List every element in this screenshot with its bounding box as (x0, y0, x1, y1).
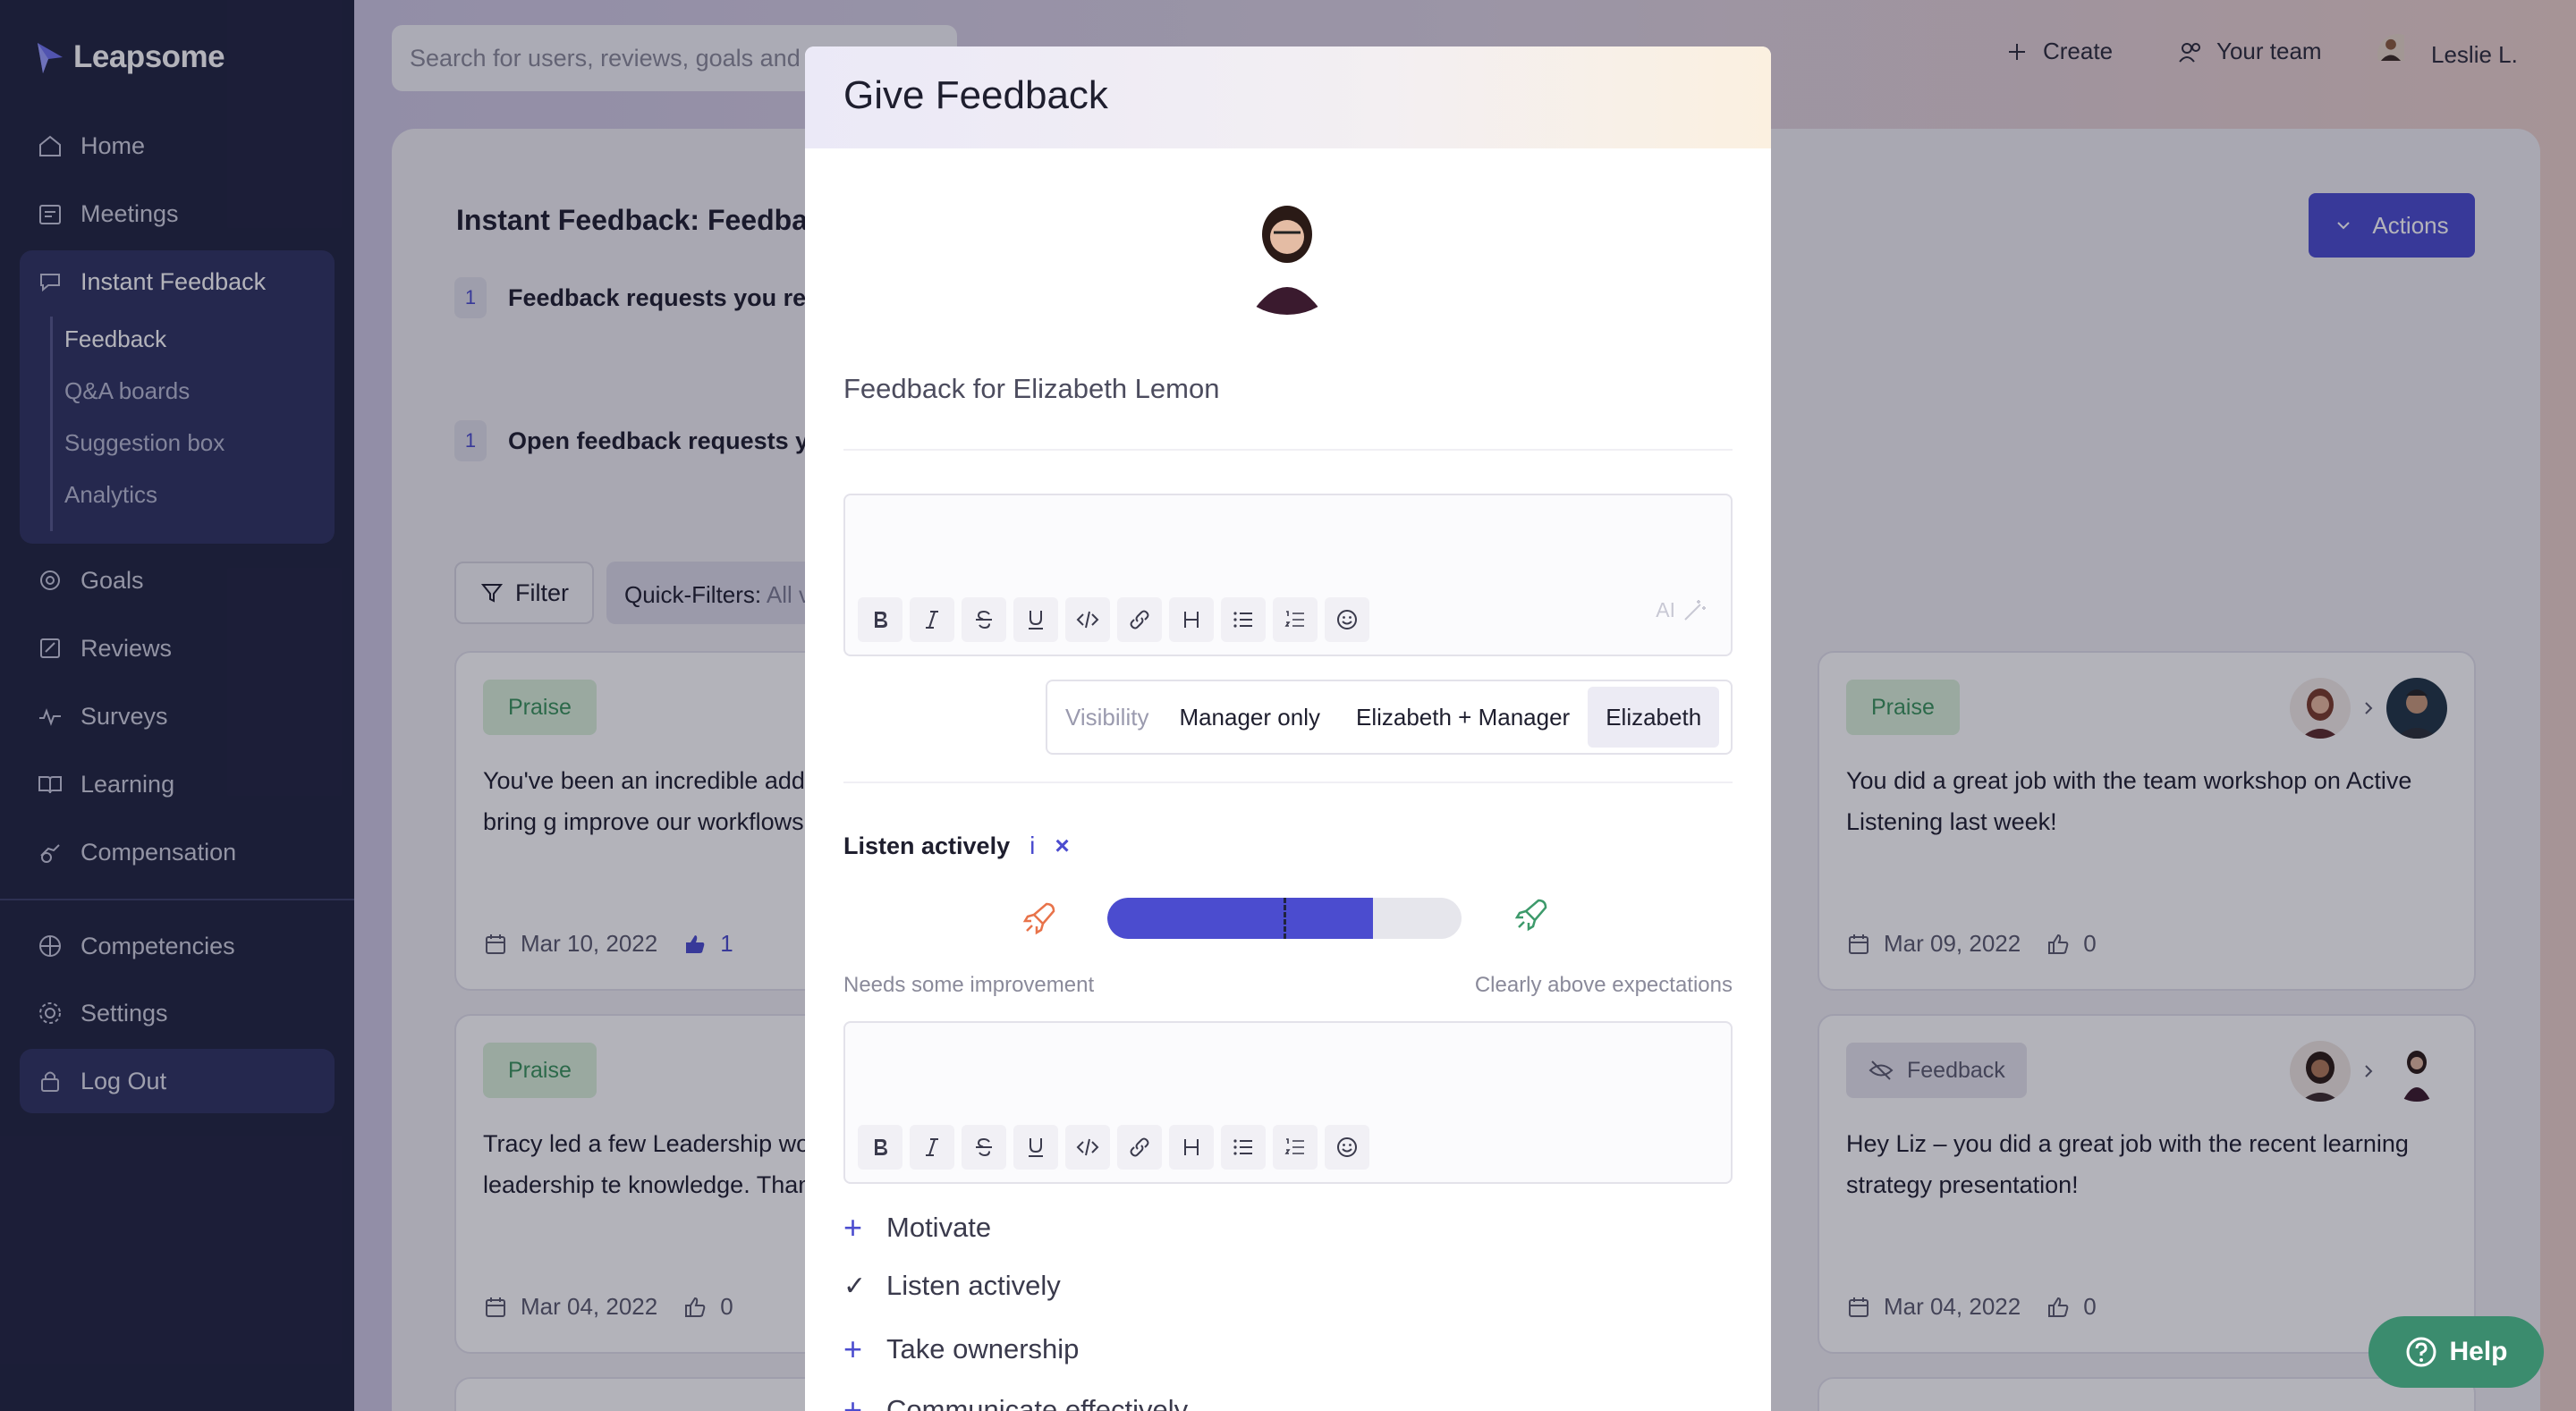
code-icon (1076, 611, 1099, 629)
plus-icon: + (843, 1209, 863, 1246)
visibility-option-elizabeth-manager[interactable]: Elizabeth + Manager (1338, 687, 1588, 748)
bold-icon (875, 612, 887, 628)
link-icon (1130, 1137, 1149, 1157)
help-button[interactable]: Help (2368, 1316, 2544, 1388)
strikethrough-button[interactable] (962, 597, 1006, 642)
feedback-for-label: Feedback for Elizabeth Lemon (843, 373, 1220, 404)
ai-assist-button[interactable]: AI (1656, 596, 1709, 624)
italic-button[interactable] (910, 1125, 954, 1170)
plus-icon: + (843, 1391, 863, 1411)
competency-label: Listen actively (886, 1270, 1061, 1301)
competency-header: Listen actively i × (843, 832, 1070, 860)
remove-competency-icon[interactable]: × (1055, 832, 1069, 860)
code-icon (1076, 1138, 1099, 1156)
divider (843, 782, 1733, 783)
competency-editor[interactable] (843, 1021, 1733, 1184)
underline-icon (1029, 611, 1043, 629)
competency-label: Take ownership (886, 1333, 1080, 1365)
check-icon: ✓ (843, 1271, 867, 1301)
strikethrough-icon (976, 610, 992, 629)
numbered-list-button[interactable] (1273, 597, 1318, 642)
strikethrough-button[interactable] (962, 1125, 1006, 1170)
visibility-label: Visibility (1065, 703, 1149, 731)
recipient-avatar (1224, 188, 1351, 315)
heading-button[interactable] (1169, 597, 1214, 642)
link-button[interactable] (1117, 597, 1162, 642)
divider (843, 449, 1733, 451)
underline-button[interactable] (1013, 597, 1058, 642)
competency-item-communicate-effectively[interactable]: + Communicate effectively (843, 1391, 1188, 1411)
competency-item-motivate[interactable]: + Motivate (843, 1209, 991, 1246)
italic-button[interactable] (910, 597, 954, 642)
visibility-option-manager-only[interactable]: Manager only (1161, 687, 1338, 748)
emoji-button[interactable] (1325, 1125, 1369, 1170)
competency-label: Communicate effectively (886, 1394, 1189, 1411)
underline-icon (1029, 1138, 1043, 1157)
bold-button[interactable] (858, 1125, 902, 1170)
competency-item-listen-actively[interactable]: ✓ Listen actively (843, 1270, 1061, 1302)
code-button[interactable] (1065, 1125, 1110, 1170)
slider-fill (1107, 898, 1373, 939)
bullet-list-button[interactable] (1221, 1125, 1266, 1170)
code-button[interactable] (1065, 597, 1110, 642)
link-button[interactable] (1117, 1125, 1162, 1170)
scale-low-label: Needs some improvement (843, 973, 1095, 997)
bullet-list-icon (1233, 612, 1252, 628)
modal-header: Give Feedback (805, 46, 1771, 148)
emoji-icon (1337, 610, 1357, 629)
bullet-list-icon (1233, 1139, 1252, 1155)
give-feedback-modal: Give Feedback Feedback for Elizabeth Lem… (805, 46, 1771, 1411)
bold-icon (875, 1139, 887, 1155)
feedback-editor[interactable]: AI (843, 494, 1733, 656)
magic-wand-icon (1684, 600, 1706, 621)
strikethrough-icon (976, 1137, 992, 1157)
underline-button[interactable] (1013, 1125, 1058, 1170)
competency-label: Motivate (886, 1212, 992, 1243)
bullet-list-button[interactable] (1221, 597, 1266, 642)
numbered-list-button[interactable] (1273, 1125, 1318, 1170)
rating-slider[interactable] (1107, 898, 1462, 939)
numbered-list-icon (1284, 611, 1304, 627)
info-icon[interactable]: i (1030, 832, 1035, 860)
formatting-toolbar (858, 597, 1369, 642)
emoji-icon (1337, 1137, 1357, 1157)
rocket-low-icon (1022, 902, 1055, 935)
ai-label: AI (1656, 597, 1675, 621)
heading-button[interactable] (1169, 1125, 1214, 1170)
emoji-button[interactable] (1325, 597, 1369, 642)
plus-icon: + (843, 1331, 863, 1367)
rocket-high-icon (1514, 899, 1547, 932)
competency-title: Listen actively (843, 832, 1011, 859)
modal-title: Give Feedback (843, 73, 1108, 117)
visibility-selector: Visibility Manager only Elizabeth + Mana… (1046, 680, 1733, 755)
help-label: Help (2449, 1337, 2508, 1366)
italic-icon (926, 611, 938, 629)
bold-button[interactable] (858, 597, 902, 642)
question-icon (2406, 1337, 2436, 1367)
link-icon (1130, 610, 1149, 629)
numbered-list-icon (1284, 1138, 1304, 1154)
italic-icon (926, 1138, 938, 1156)
scale-high-label: Clearly above expectations (1474, 973, 1733, 997)
heading-icon (1184, 612, 1199, 628)
formatting-toolbar (858, 1125, 1369, 1170)
slider-target-marker (1284, 898, 1286, 939)
competency-item-take-ownership[interactable]: + Take ownership (843, 1331, 1079, 1368)
heading-icon (1184, 1139, 1199, 1155)
visibility-option-elizabeth[interactable]: Elizabeth (1588, 687, 1720, 748)
